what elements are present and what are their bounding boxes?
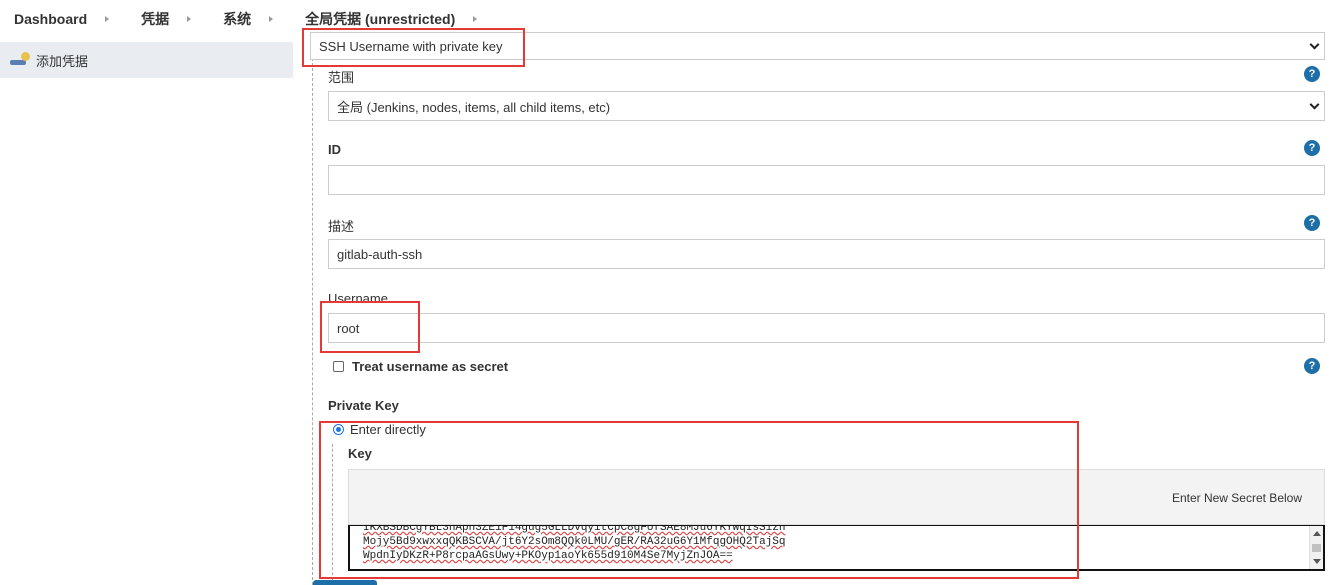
description-input-value: gitlab-auth-ssh <box>337 246 423 262</box>
key-line: Mojy5Bd9xwxxqQKBSCVA/jt6Y2sOm8QQk0LMU/gE… <box>363 536 786 548</box>
private-key-label: Private Key <box>328 398 399 413</box>
key-line: WpdnIyDKzR+P8rcpaAGsUwy+PKOyp1aoYk655d91… <box>363 550 733 562</box>
form-section-divider <box>312 58 313 585</box>
breadcrumb-separator-icon <box>473 16 478 22</box>
key-label: Key <box>348 446 372 461</box>
id-label: ID <box>328 142 341 157</box>
sidebar-item-label: 添加凭据 <box>36 53 89 69</box>
private-key-section-divider <box>332 444 333 585</box>
scope-label: 范围 <box>328 70 355 85</box>
key-line: IKXBSDBCgYBL3hApn3ZE1F14gug5GLLDvqyitCpC… <box>363 525 786 534</box>
username-input[interactable]: root <box>328 313 1325 343</box>
kind-select-value: SSH Username with private key <box>319 38 503 54</box>
treat-username-secret-checkbox[interactable] <box>333 361 344 372</box>
help-icon[interactable]: ? <box>1304 66 1320 82</box>
scope-select-value: 全局 (Jenkins, nodes, items, all child ite… <box>337 99 611 115</box>
scroll-thumb[interactable] <box>1312 544 1321 552</box>
description-label: 描述 <box>328 219 355 234</box>
help-icon[interactable]: ? <box>1304 215 1320 231</box>
secret-hint: Enter New Secret Below <box>1171 491 1302 505</box>
private-key-textarea[interactable]: IKXBSDBCgYBL3hApn3ZE1F14gug5GLLDvqyitCpC… <box>348 525 1325 571</box>
breadcrumb-separator-icon <box>269 16 274 22</box>
treat-username-secret-label: Treat username as secret <box>352 359 509 374</box>
sidebar: 添加凭据 <box>0 42 293 585</box>
chevron-down-icon <box>1309 99 1320 110</box>
username-input-value: root <box>337 320 360 336</box>
help-icon[interactable]: ? <box>1304 358 1320 374</box>
breadcrumb-separator-icon <box>187 16 192 22</box>
description-input[interactable]: gitlab-auth-ssh <box>328 239 1325 269</box>
textarea-scrollbar[interactable] <box>1309 526 1323 569</box>
id-input[interactable] <box>328 165 1325 195</box>
breadcrumb-credentials[interactable]: 凭据 <box>141 9 169 29</box>
help-icon[interactable]: ? <box>1304 140 1320 156</box>
username-label: Username <box>328 291 388 306</box>
credentials-icon <box>8 52 30 68</box>
sidebar-item-add-credentials[interactable]: 添加凭据 <box>0 42 293 78</box>
breadcrumb-dashboard[interactable]: Dashboard <box>14 11 87 27</box>
chevron-down-icon <box>1309 39 1320 50</box>
breadcrumb-system[interactable]: 系统 <box>223 9 251 29</box>
scroll-up-icon[interactable] <box>1313 531 1321 536</box>
scope-select[interactable]: 全局 (Jenkins, nodes, items, all child ite… <box>328 91 1325 121</box>
kind-select[interactable]: SSH Username with private key <box>310 32 1325 60</box>
scroll-down-icon[interactable] <box>1313 559 1321 564</box>
submit-button-edge[interactable] <box>313 580 377 585</box>
enter-directly-label: Enter directly <box>350 422 426 437</box>
breadcrumb-global-credentials[interactable]: 全局凭据 (unrestricted) <box>305 9 455 29</box>
enter-directly-radio[interactable] <box>333 424 344 435</box>
secret-panel: Enter New Secret Below <box>348 469 1325 525</box>
breadcrumb-separator-icon <box>105 16 110 22</box>
